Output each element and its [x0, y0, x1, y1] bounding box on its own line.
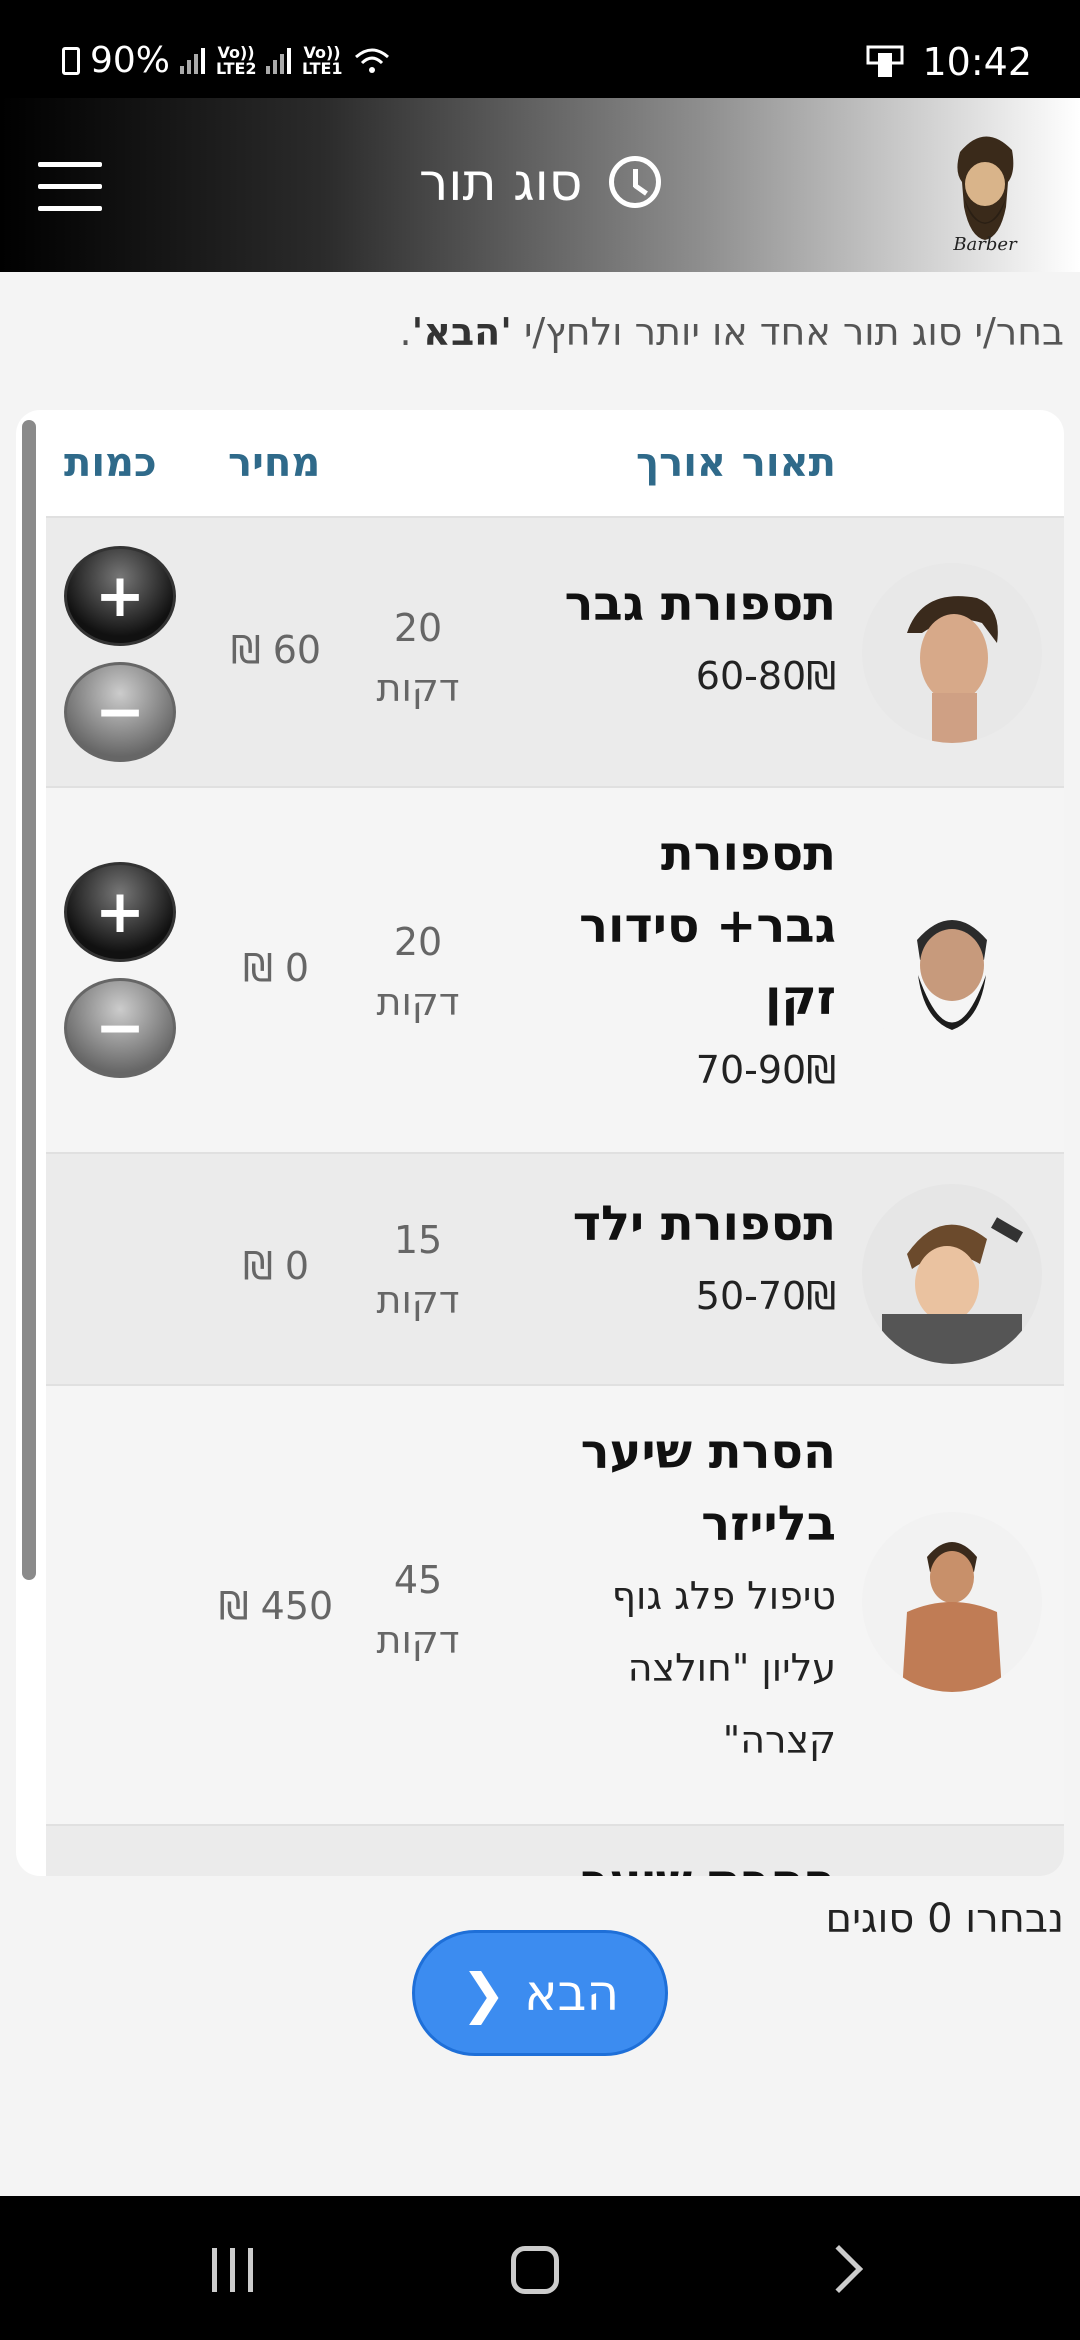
length-value: 20: [393, 920, 443, 964]
system-nav-bar: [0, 2196, 1080, 2340]
service-price: ₪ 60: [230, 628, 322, 672]
clock-icon: [609, 156, 662, 208]
service-length: 20 דקות: [358, 598, 478, 718]
length-unit: דקות: [376, 980, 460, 1024]
services-card: תאור אורך מחיר כמות תספורת גבר 60-80₪ 20…: [16, 410, 1064, 1876]
table-row[interactable]: תספורת ילד 50-70₪ 15 דקות ₪ 0: [46, 1152, 1064, 1384]
home-icon[interactable]: [511, 2246, 559, 2294]
service-image: [862, 1512, 1042, 1692]
app-header: סוג תור Barber: [0, 98, 1080, 272]
service-length: 20 דקות: [358, 912, 478, 1032]
service-name: תספורת גבר+ סידור זקן: [579, 826, 836, 1026]
col-length: אורך: [636, 440, 727, 486]
service-image: [862, 563, 1042, 743]
back-icon[interactable]: [814, 2244, 864, 2294]
selected-count: נבחרו 0 סוגים: [825, 1896, 1064, 1942]
service-price: ₪ 450: [218, 1584, 334, 1628]
service-length: 15 דקות: [358, 1210, 478, 1330]
next-button[interactable]: הבא ❮: [412, 1930, 668, 2056]
service-name: תספורת גבר: [564, 576, 836, 632]
length-unit: דקות: [376, 1618, 460, 1662]
device-icon: [866, 45, 904, 77]
sim1-label: Vo)) LTE2: [216, 42, 257, 78]
next-label: הבא: [524, 1964, 620, 2022]
instruction-end: .: [399, 310, 412, 354]
col-price: מחיר: [228, 440, 321, 486]
increase-button[interactable]: +: [64, 862, 176, 962]
service-desc: תספורת גבר+ סידור זקן 70-90₪: [526, 818, 836, 1106]
decrease-button[interactable]: −: [64, 978, 176, 1078]
service-price-range: 60-80₪: [695, 654, 836, 698]
chevron-left-icon: ❮: [460, 1961, 507, 2025]
service-image: [862, 880, 1042, 1060]
service-price-range: 70-90₪: [695, 1048, 836, 1092]
scrollbar[interactable]: [22, 420, 36, 1580]
col-qty: כמות: [64, 440, 157, 486]
status-right: 10:42: [866, 40, 1032, 84]
table-row[interactable]: הסרת שיער: [46, 1824, 1064, 1876]
service-price-range: 50-70₪: [695, 1274, 836, 1318]
recent-apps-icon[interactable]: [212, 2248, 256, 2292]
barber-logo: Barber: [920, 112, 1050, 257]
instruction-text: בחר/י סוג תור אחד או יותר ולחץ/י 'הבא'.: [400, 310, 1064, 354]
service-name: הסרת שיער בלייזר: [580, 1424, 836, 1552]
service-image: [862, 1184, 1042, 1364]
logo-text: Barber: [952, 234, 1018, 255]
service-desc: תספורת ילד 50-70₪: [526, 1188, 836, 1332]
service-subtitle: טיפול פלג גוף עליון "חולצה קצרה": [611, 1574, 836, 1762]
service-name: תספורת ילד: [572, 1196, 836, 1252]
instruction-main: בחר/י סוג תור אחד או יותר ולחץ/י: [511, 310, 1064, 354]
page-title: סוג תור: [0, 153, 1080, 213]
length-unit: דקות: [376, 1278, 460, 1322]
instruction-emph: 'הבא': [411, 310, 512, 354]
signal-icon: [180, 47, 206, 74]
service-desc: תספורת גבר 60-80₪: [526, 568, 836, 712]
table-row[interactable]: הסרת שיער בלייזר טיפול פלג גוף עליון "חו…: [46, 1384, 1064, 1824]
length-value: 20: [393, 606, 443, 650]
battery-icon: [62, 46, 80, 75]
increase-button[interactable]: +: [64, 546, 176, 646]
length-value: 15: [393, 1218, 443, 1262]
table-body: תספורת גבר 60-80₪ 20 דקות ₪ 60 + − תספורת…: [46, 516, 1064, 1876]
service-desc: הסרת שיער בלייזר טיפול פלג גוף עליון "חו…: [526, 1416, 836, 1776]
service-price: ₪ 0: [242, 1244, 310, 1288]
length-value: 45: [393, 1558, 443, 1602]
wifi-icon: [355, 48, 390, 73]
page-title-text: סוג תור: [418, 153, 583, 213]
status-bar: 90% Vo)) LTE2 Vo)) LTE1 10:42: [0, 0, 1080, 98]
service-name: הסרת שיער: [526, 1846, 836, 1876]
table-row[interactable]: תספורת גבר 60-80₪ 20 דקות ₪ 60 + −: [46, 516, 1064, 786]
service-price: ₪ 0: [242, 946, 310, 990]
status-left: 90% Vo)) LTE2 Vo)) LTE1: [62, 40, 392, 81]
service-length: 45 דקות: [358, 1550, 478, 1670]
sim2-label: Vo)) LTE1: [302, 42, 343, 78]
clock-time: 10:42: [922, 40, 1032, 84]
length-unit: דקות: [376, 666, 460, 710]
col-desc: תאור: [741, 440, 836, 486]
signal-icon-2: [266, 47, 292, 74]
table-row[interactable]: תספורת גבר+ סידור זקן 70-90₪ 20 דקות ₪ 0 …: [46, 786, 1064, 1152]
table-header: תאור אורך מחיר כמות: [46, 410, 1064, 516]
service-desc: הסרת שיער: [526, 1846, 836, 1876]
decrease-button[interactable]: −: [64, 662, 176, 762]
battery-percent: 90%: [90, 40, 171, 81]
